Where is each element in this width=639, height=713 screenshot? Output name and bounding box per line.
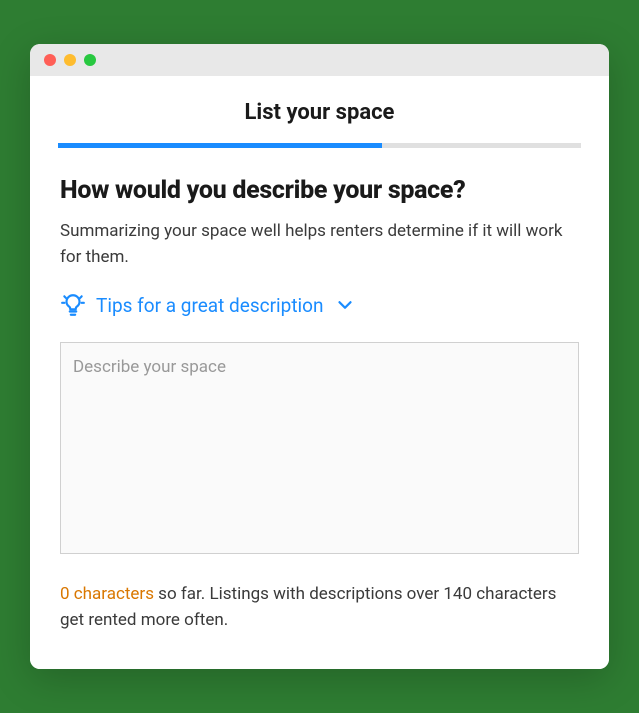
maximize-window-button[interactable] — [84, 54, 96, 66]
step-heading: How would you describe your space? — [60, 176, 579, 205]
chevron-down-icon — [334, 294, 356, 316]
form-body: How would you describe your space? Summa… — [30, 148, 609, 669]
step-subheading: Summarizing your space well helps renter… — [60, 219, 579, 270]
description-textarea[interactable] — [60, 342, 579, 554]
window-titlebar — [30, 44, 609, 76]
close-window-button[interactable] — [44, 54, 56, 66]
tips-toggle[interactable]: Tips for a great description — [60, 292, 579, 318]
character-helper: 0 characters so far. Listings with descr… — [60, 582, 579, 633]
minimize-window-button[interactable] — [64, 54, 76, 66]
tips-label: Tips for a great description — [96, 294, 324, 317]
page-title: List your space — [30, 76, 609, 143]
content-area: List your space How would you describe y… — [30, 76, 609, 669]
character-count: 0 characters — [60, 584, 154, 604]
lightbulb-icon — [60, 292, 86, 318]
app-window: List your space How would you describe y… — [30, 44, 609, 669]
